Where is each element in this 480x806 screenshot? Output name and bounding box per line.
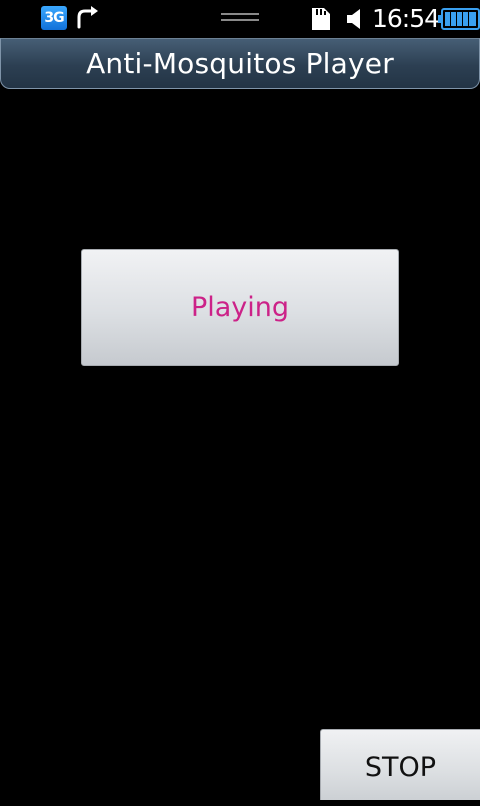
status-clock: 16:54 [372,4,440,33]
speaker-icon [347,9,360,29]
title-bar: Anti-Mosquitos Player [0,38,480,89]
stop-button-label: STOP [364,752,437,783]
app-title: Anti-Mosquitos Player [86,47,394,80]
playing-status-button[interactable]: Playing [81,249,399,366]
battery-icon [438,8,480,30]
status-bar: 3G 16:54 [0,0,480,38]
sync-icon [77,6,98,29]
network-3g-icon: 3G [41,6,67,30]
stop-button[interactable]: STOP [320,729,480,800]
sd-card-icon [312,8,330,30]
playing-status-label: Playing [190,292,290,323]
drag-handle-icon[interactable] [221,13,259,25]
